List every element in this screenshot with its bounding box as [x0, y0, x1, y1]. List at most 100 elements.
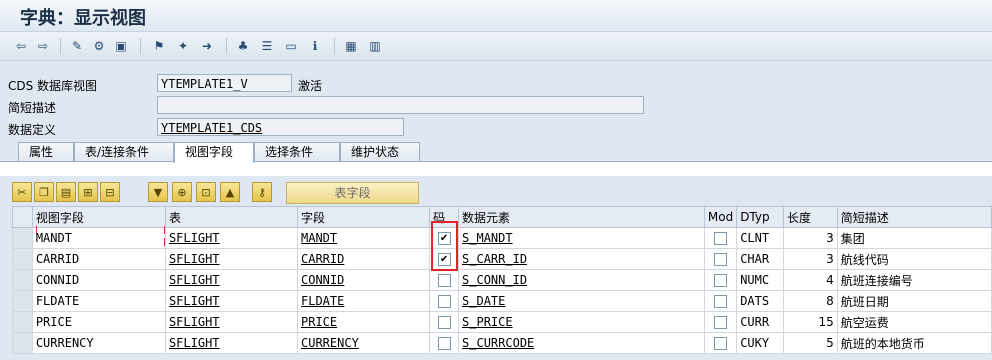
key-checkbox[interactable]: ✔	[437, 232, 451, 245]
field-link[interactable]: CURRENCY	[301, 336, 359, 350]
table-link[interactable]: SFLIGHT	[169, 231, 220, 245]
cell-table[interactable]: SFLIGHT	[164, 290, 299, 312]
mod-checkbox[interactable]	[714, 295, 728, 308]
mod-checkbox[interactable]	[714, 337, 728, 350]
table-row[interactable]: FLDATE SFLIGHT FLDATE S_DATE DATS 8 航班日期	[12, 290, 992, 312]
cell-data-element[interactable]: S_CURRCODE	[458, 332, 705, 354]
data-element-link[interactable]: S_CURRCODE	[462, 336, 534, 350]
collapse-icon[interactable]: ▲	[220, 182, 240, 202]
tab-join-conditions[interactable]: 表/连接条件	[74, 142, 174, 162]
copy-icon[interactable]: ❐	[34, 182, 54, 202]
table-link[interactable]: SFLIGHT	[169, 336, 220, 350]
tab-attributes[interactable]: 属性	[18, 142, 74, 162]
cell-data-element[interactable]: S_DATE	[458, 290, 705, 312]
display-change-icon[interactable]: ⚙	[90, 37, 108, 55]
row-selector-header[interactable]	[12, 206, 33, 228]
tab-view-fields[interactable]: 视图字段	[174, 142, 254, 163]
cell-table[interactable]: SFLIGHT	[164, 269, 299, 291]
row-selector[interactable]	[12, 269, 33, 291]
table-fields-button[interactable]: 表字段	[286, 182, 419, 204]
cell-mod[interactable]	[703, 227, 738, 249]
key-checkbox[interactable]: ✔	[437, 253, 451, 266]
key-checkbox[interactable]	[437, 274, 451, 287]
cell-mod[interactable]	[703, 311, 738, 333]
cell-table[interactable]: SFLIGHT	[164, 248, 299, 270]
cell-view-field[interactable]: MANDT	[31, 227, 166, 249]
row-selector[interactable]	[12, 311, 33, 333]
table-row[interactable]: PRICE SFLIGHT PRICE S_PRICE CURR 15 航空运费	[12, 311, 992, 333]
tab-maintenance-status[interactable]: 维护状态	[340, 142, 420, 162]
activate-icon[interactable]: ⚑	[150, 37, 168, 55]
data-element-link[interactable]: S_CARR_ID	[462, 252, 527, 266]
cell-key[interactable]: ✔	[429, 248, 460, 270]
field-link[interactable]: CARRID	[301, 252, 344, 266]
table-link[interactable]: SFLIGHT	[169, 252, 220, 266]
key-checkbox[interactable]	[437, 316, 451, 329]
cell-key[interactable]: ✔	[429, 227, 460, 249]
cell-view-field[interactable]: CARRID	[31, 248, 166, 270]
data-element-link[interactable]: S_DATE	[462, 294, 505, 308]
cell-table[interactable]: SFLIGHT	[164, 227, 299, 249]
table-link[interactable]: SFLIGHT	[169, 294, 220, 308]
where-used-icon[interactable]: ✦	[174, 37, 192, 55]
cut-icon[interactable]: ✂	[12, 182, 32, 202]
cell-field[interactable]: CURRENCY	[296, 332, 431, 354]
other-object-icon[interactable]: ✎	[68, 37, 86, 55]
table-icon[interactable]: ▥	[366, 37, 384, 55]
delete-row-icon[interactable]: ⊟	[100, 182, 120, 202]
cell-field[interactable]: PRICE	[296, 311, 431, 333]
field-link[interactable]: PRICE	[301, 315, 337, 329]
key-checkbox[interactable]	[437, 295, 451, 308]
row-selector[interactable]	[12, 248, 33, 270]
cell-key[interactable]	[429, 332, 460, 354]
cell-key[interactable]	[429, 311, 460, 333]
data-def-field[interactable]: YTEMPLATE1_CDS	[157, 118, 404, 136]
cell-key[interactable]	[429, 269, 460, 291]
tab-selection-conditions[interactable]: 选择条件	[254, 142, 340, 162]
cell-view-field[interactable]: CURRENCY	[31, 332, 166, 354]
row-selector[interactable]	[12, 332, 33, 354]
navigate-icon[interactable]: ➜	[198, 37, 216, 55]
field-link[interactable]: MANDT	[301, 231, 337, 245]
cell-table[interactable]: SFLIGHT	[164, 311, 299, 333]
data-element-link[interactable]: S_MANDT	[462, 231, 513, 245]
cell-data-element[interactable]: S_CONN_ID	[458, 269, 705, 291]
mod-checkbox[interactable]	[714, 232, 728, 245]
back-icon[interactable]: ⇦	[12, 37, 30, 55]
row-selector[interactable]	[12, 227, 33, 249]
cell-data-element[interactable]: S_CARR_ID	[458, 248, 705, 270]
expand-icon[interactable]: ⊕	[172, 182, 192, 202]
cell-field[interactable]: CONNID	[296, 269, 431, 291]
forward-icon[interactable]: ⇨	[34, 37, 52, 55]
hierarchy-icon[interactable]: ♣	[234, 37, 252, 55]
select-icon[interactable]: ⊡	[196, 182, 216, 202]
row-selector[interactable]	[12, 290, 33, 312]
cell-field[interactable]: FLDATE	[296, 290, 431, 312]
key-icon[interactable]: ⚷	[252, 182, 272, 202]
cell-view-field[interactable]: PRICE	[31, 311, 166, 333]
cell-field[interactable]: CARRID	[296, 248, 431, 270]
display-navigation-icon[interactable]: ▭	[282, 37, 300, 55]
cell-key[interactable]	[429, 290, 460, 312]
mod-checkbox[interactable]	[714, 253, 728, 266]
cell-mod[interactable]	[703, 269, 738, 291]
field-link[interactable]: FLDATE	[301, 294, 344, 308]
cds-view-field[interactable]: YTEMPLATE1_V	[157, 74, 292, 92]
table-row[interactable]: CARRID SFLIGHT CARRID ✔ S_CARR_ID CHAR 3 航线代码	[12, 248, 992, 270]
data-element-link[interactable]: S_PRICE	[462, 315, 513, 329]
field-link[interactable]: CONNID	[301, 273, 344, 287]
cell-mod[interactable]	[703, 290, 738, 312]
cell-data-element[interactable]: S_PRICE	[458, 311, 705, 333]
info-icon[interactable]: ℹ	[306, 37, 324, 55]
cell-field[interactable]: MANDT	[296, 227, 431, 249]
insert-row-icon[interactable]: ⊞	[78, 182, 98, 202]
table-link[interactable]: SFLIGHT	[169, 315, 220, 329]
mod-checkbox[interactable]	[714, 274, 728, 287]
cell-data-element[interactable]: S_MANDT	[458, 227, 705, 249]
check-icon[interactable]: ▣	[112, 37, 130, 55]
data-element-link[interactable]: S_CONN_ID	[462, 273, 527, 287]
cell-mod[interactable]	[703, 332, 738, 354]
cell-view-field[interactable]: CONNID	[31, 269, 166, 291]
table-row[interactable]: CONNID SFLIGHT CONNID S_CONN_ID NUMC 4 航班连接编号	[12, 269, 992, 291]
table-row[interactable]: MANDT SFLIGHT MANDT ✔ S_MANDT CLNT 3 集团	[12, 227, 992, 249]
